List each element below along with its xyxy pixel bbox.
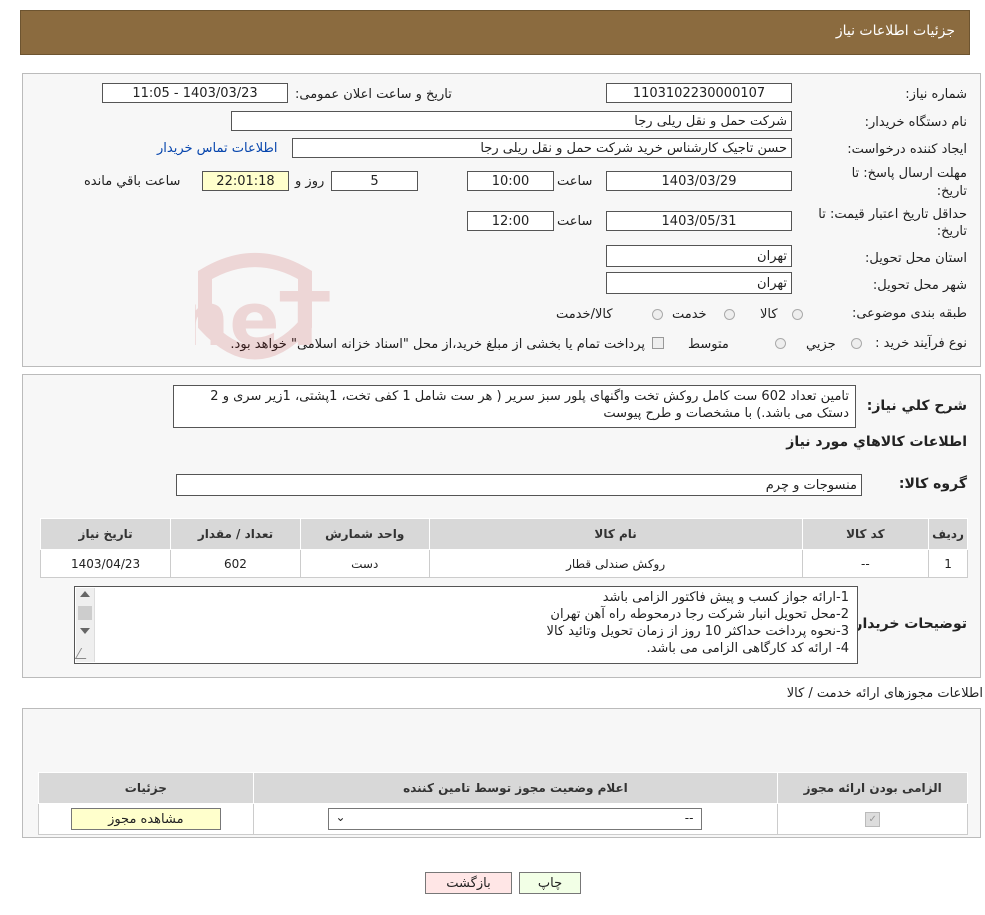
scroll-down-icon[interactable]: [80, 628, 90, 634]
th-row: رديف: [928, 518, 968, 550]
days-label: روز و: [295, 174, 325, 189]
permits-title: اطلاعات مجوزهای ارائه خدمت / کالا: [786, 686, 983, 701]
scroll-up-icon[interactable]: [80, 591, 90, 597]
announce-field: 1403/03/23 - 11:05: [102, 83, 288, 103]
buyer-notes-label: توضیحات خریدار:: [848, 616, 967, 632]
th-permit-required: الزامی بودن ارائه مجوز: [777, 772, 968, 804]
category-label: طبقه بندی موضوعی:: [851, 306, 967, 321]
process-radio-minor[interactable]: [851, 338, 862, 349]
permit-required-checkbox: ✓: [865, 812, 881, 827]
cell-row: 1: [928, 549, 968, 578]
days-remaining-field: 5: [331, 171, 418, 191]
buyer-note-line: 3-نحوه پرداخت حداکثر 10 روز از زمان تحوی…: [546, 624, 849, 639]
watermark-text: AriaTender.neT: [195, 277, 331, 363]
province-label: استان محل تحویل:: [865, 251, 967, 266]
need-number-field: 1103102230000107: [606, 83, 792, 103]
goods-info-title: اطلاعات کالاهاي مورد نياز: [786, 434, 967, 450]
remaining-time-field: 22:01:18: [202, 171, 289, 191]
th-permit-status: اعلام وضعیت مجوز توسط تامین کننده: [252, 772, 779, 804]
process-option-minor: جزيي: [806, 337, 836, 352]
city-label: شهر محل تحویل:: [872, 278, 967, 293]
buyer-note-line: 1-ارائه جواز کسب و پیش فاکتور الزامی باش…: [602, 590, 849, 605]
th-date: تاريخ نياز: [39, 518, 172, 550]
page-title: جزئیات اطلاعات نیاز: [835, 23, 955, 39]
goods-group-label: گروه کالا:: [898, 476, 967, 492]
permit-required-cell: ✓: [777, 803, 968, 835]
permit-details-cell: مشاهده مجوز: [38, 803, 254, 835]
validity-date-field: 1403/05/31: [606, 211, 792, 231]
select-chevron-down-icon: ⌄: [335, 810, 346, 824]
table-row: ✓ ⌄ -- مشاهده مجوز: [38, 803, 968, 835]
cell-code: --: [801, 549, 930, 578]
permit-status-cell: ⌄ --: [252, 803, 779, 835]
permit-status-select[interactable]: ⌄ --: [328, 808, 703, 830]
th-code: کد کالا: [801, 518, 930, 550]
watermark-shield-icon: AriaTender.neT: [0, 253, 331, 363]
buyer-notes-textarea[interactable]: 1-ارائه جواز کسب و پیش فاکتور الزامی باش…: [74, 586, 858, 664]
scroll-thumb[interactable]: [78, 606, 92, 620]
summary-textarea[interactable]: تامین تعداد 602 ست کامل روکش تخت واگنهای…: [173, 385, 856, 428]
buyer-notes-scrollbar[interactable]: [74, 588, 95, 662]
cell-unit: دست: [299, 549, 430, 578]
th-qty: تعداد / مقدار: [170, 518, 301, 550]
creator-field: حسن تاجیک کارشناس خرید شرکت حمل و نقل ری…: [292, 138, 792, 158]
buyer-org-label: نام دستگاه خریدار:: [864, 115, 967, 130]
remaining-label: ساعت باقي مانده: [84, 174, 181, 189]
permit-status-value: --: [684, 811, 694, 825]
buyer-note-line: 2-محل تحویل انبار شرکت رجا درمحوطه راه آ…: [550, 607, 849, 622]
view-permit-button[interactable]: مشاهده مجوز: [70, 808, 221, 830]
watermark-logo: AriaTender.neT: [0, 245, 795, 385]
announce-label: تاریخ و ساعت اعلان عمومی:: [295, 87, 452, 102]
buyer-contact-link[interactable]: اطلاعات تماس خریدار: [157, 141, 277, 156]
goods-table: رديف کد کالا نام کالا واحد شمارش تعداد /…: [39, 518, 968, 578]
goods-group-field: منسوجات و چرم: [176, 474, 862, 496]
process-label: نوع فرآیند خرید :: [875, 336, 967, 351]
buyer-note-line: 4- ارائه کد کارگاهی الزامی می باشد.: [646, 641, 849, 656]
deadline-date-field: 1403/03/29: [606, 171, 792, 191]
page-header: جزئیات اطلاعات نیاز: [20, 10, 970, 55]
deadline-label: مهلت ارسال پاسخ: تا: [851, 166, 967, 181]
permits-table: الزامی بودن ارائه مجوز اعلام وضعیت مجوز …: [38, 772, 968, 835]
validity-time-label: ساعت: [557, 214, 593, 229]
need-number-label: شماره نیاز:: [905, 87, 967, 102]
goods-table-header: رديف کد کالا نام کالا واحد شمارش تعداد /…: [39, 518, 968, 550]
summary-label: شرح کلي نياز:: [866, 398, 967, 414]
deadline-time-field: 10:00: [467, 171, 554, 191]
validity-label-2: تاریخ:: [936, 224, 967, 239]
cell-name: روکش صندلی قطار: [428, 549, 803, 578]
cell-date: 1403/04/23: [39, 549, 172, 578]
cell-qty: 602: [170, 549, 301, 578]
back-button[interactable]: بازگشت: [425, 872, 512, 894]
deadline-label-2: تاریخ:: [936, 184, 967, 199]
th-permit-details: جزئیات: [38, 772, 254, 804]
table-row: 1 -- روکش صندلی قطار دست 602 1403/04/23: [39, 549, 968, 578]
validity-time-field: 12:00: [467, 211, 554, 231]
print-button[interactable]: چاپ: [519, 872, 581, 894]
buyer-org-field: شرکت حمل و نقل ریلی رجا: [231, 111, 792, 131]
th-name: نام کالا: [428, 518, 803, 550]
permits-table-header: الزامی بودن ارائه مجوز اعلام وضعیت مجوز …: [38, 772, 968, 804]
resize-grip-icon[interactable]: [74, 648, 93, 659]
deadline-time-label: ساعت: [557, 174, 593, 189]
creator-label: ایجاد کننده درخواست:: [847, 142, 967, 157]
th-unit: واحد شمارش: [299, 518, 430, 550]
validity-label: حداقل تاریخ اعتبار قیمت: تا: [818, 207, 967, 222]
